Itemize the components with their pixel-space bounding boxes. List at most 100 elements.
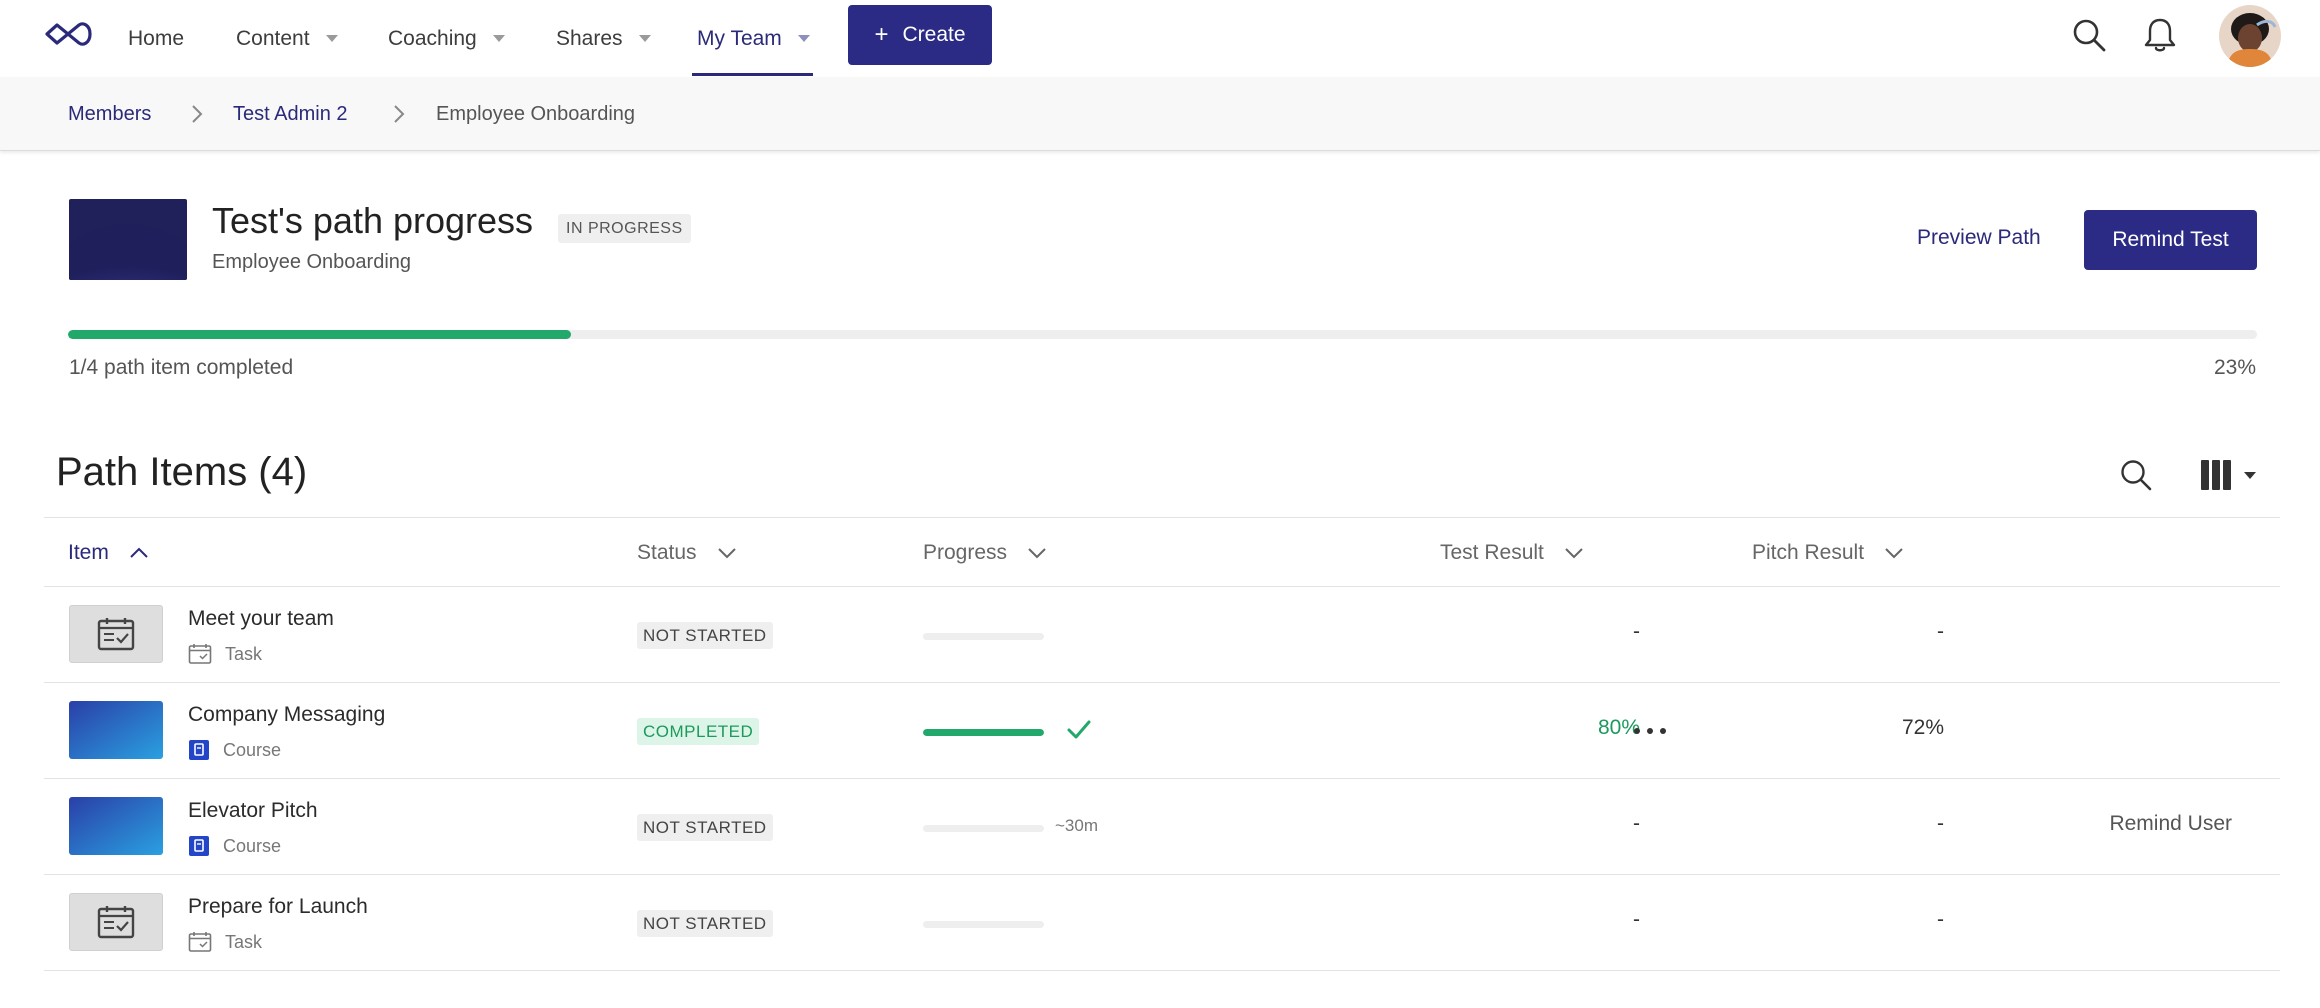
chevron-down-icon [492,35,505,42]
item-progress-bar [923,825,1044,832]
item-type-label: Task [225,931,263,952]
chevron-up-icon [130,547,148,558]
item-progress-fill [923,729,1044,736]
path-progress-fill [68,330,572,339]
task-thumbnail [69,605,163,663]
column-header-status[interactable]: Status [637,518,737,588]
columns-icon[interactable] [2199,459,2261,491]
path-items-table: Item Status Progress Test Result Pitch R… [44,517,2280,971]
chevron-down-icon [1565,548,1583,559]
item-type: Task [188,931,262,953]
course-thumbnail [69,797,163,855]
item-title[interactable]: Elevator Pitch [188,799,318,823]
nav-coaching-label: Coaching [388,26,477,50]
pitch-result-value: - [1937,620,1944,643]
nav-my-team-label: My Team [697,26,782,50]
column-header-label: Test Result [1440,541,1544,564]
remind-user-button[interactable]: Remind User [2109,812,2232,836]
active-tab-indicator [692,73,813,76]
table-row[interactable]: Meet your team Task NOT STARTED - - [44,587,2280,683]
chevron-down-icon [325,35,338,42]
table-header: Item Status Progress Test Result Pitch R… [44,517,2280,587]
avatar[interactable] [2219,5,2281,67]
status-badge: NOT STARTED [637,622,773,649]
breadcrumb-current: Employee Onboarding [436,102,636,125]
nav-shares[interactable]: Shares [556,0,651,77]
item-title[interactable]: Prepare for Launch [188,895,368,919]
chevron-down-icon [1028,548,1046,559]
item-type: Course [188,835,281,857]
search-icon[interactable] [2119,458,2153,492]
nav-home-label: Home [128,26,185,50]
page-subtitle: Employee Onboarding [212,251,412,273]
pitch-result-value: - [1937,812,1944,835]
task-icon [188,644,212,664]
status-badge: COMPLETED [637,718,760,745]
item-title[interactable]: Meet your team [188,607,334,631]
column-header-item[interactable]: Item [68,518,149,588]
column-header-progress[interactable]: Progress [923,518,1047,588]
breadcrumb: Members Test Admin 2 Employee Onboarding [0,77,2320,151]
chevron-down-icon [1885,548,1903,559]
chevron-right-icon [192,105,203,123]
nav-my-team[interactable]: My Team [697,0,810,77]
remind-test-button[interactable]: Remind Test [2084,210,2257,270]
test-result-value: - [1633,620,1640,643]
test-result-value: - [1633,908,1640,931]
item-progress-bar [923,729,1044,736]
path-thumbnail [69,199,187,280]
ellipsis-icon [1634,728,1666,734]
course-icon [189,740,209,760]
column-header-pitch-result[interactable]: Pitch Result [1752,518,1904,588]
create-button[interactable]: + Create [848,5,992,65]
nav-coaching[interactable]: Coaching [388,0,505,77]
estimated-time: ~30m [1055,816,1098,835]
pitch-result-value: 72% [1901,716,1944,739]
pitch-result-value: - [1937,908,1944,931]
table-row[interactable]: Prepare for Launch Task NOT STARTED - - [44,875,2280,971]
item-type: Course [188,739,281,761]
progress-percent: 23% [2213,356,2256,379]
chevron-down-icon [638,35,651,42]
item-title[interactable]: Company Messaging [188,703,385,727]
status-badge: IN PROGRESS [558,214,691,243]
item-type-label: Course [223,835,282,856]
column-header-label: Progress [923,541,1008,564]
item-progress-bar [923,921,1044,928]
bell-icon[interactable] [2143,16,2177,54]
plus-icon: + [874,21,889,48]
column-header-test-result[interactable]: Test Result [1440,518,1584,588]
item-progress-bar [923,633,1044,640]
create-button-label: Create [902,23,966,46]
check-icon [1067,720,1091,739]
item-type-label: Course [223,739,282,760]
breadcrumb-members[interactable]: Members [68,77,151,151]
nav-home[interactable]: Home [128,0,184,77]
more-options-button[interactable] [1628,709,1672,753]
test-result-value: - [1633,812,1640,835]
calendar-check-icon [97,906,135,939]
section-title: Path Items (4) [56,450,308,494]
status-badge: NOT STARTED [637,910,773,937]
nav-content-label: Content [236,26,310,50]
breadcrumb-test-admin[interactable]: Test Admin 2 [233,77,348,151]
calendar-check-icon [97,618,135,651]
task-thumbnail [69,893,163,951]
column-header-label: Item [68,541,109,564]
course-thumbnail [69,701,163,759]
item-type-label: Task [225,643,263,664]
path-progress-bar [68,330,2257,339]
task-icon [188,932,212,952]
table-row[interactable]: Company Messaging Course COMPLETED 80% 7… [44,683,2280,779]
progress-caption: 1/4 path item completed [69,356,294,379]
infinity-logo-icon[interactable] [43,19,93,49]
preview-path-link[interactable]: Preview Path [1917,226,2041,250]
chevron-down-icon [797,35,810,42]
table-row[interactable]: Elevator Pitch Course NOT STARTED ~30m -… [44,779,2280,875]
course-icon [189,836,209,856]
nav-content[interactable]: Content [236,0,338,77]
nav-shares-label: Shares [556,26,623,50]
page-title: Test's path progress [212,200,534,241]
search-icon[interactable] [2071,17,2107,53]
column-header-label: Pitch Result [1752,541,1865,564]
